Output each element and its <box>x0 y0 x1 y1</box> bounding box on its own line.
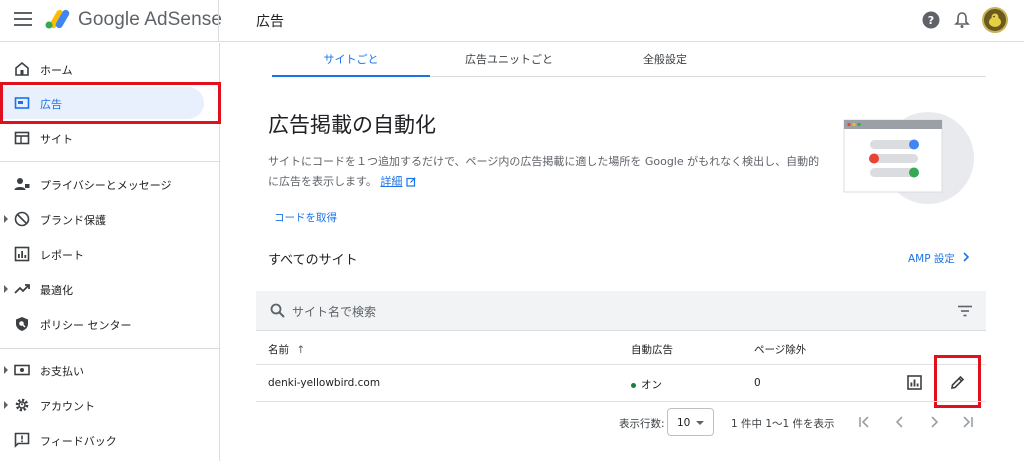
sites-icon <box>14 131 30 145</box>
auto-ads-title: 広告掲載の自動化 <box>268 113 436 137</box>
site-name-cell: denki-yellowbird.com <box>268 377 381 389</box>
table-divider <box>256 401 986 402</box>
tab-by-ad-unit[interactable]: 広告ユニットごと <box>430 43 588 77</box>
all-sites-heading: すべてのサイト <box>268 253 358 268</box>
sidebar-item-label: フィードバック <box>40 435 117 448</box>
sidebar-item-label: プライバシーとメッセージ <box>40 179 172 192</box>
auto-ads-illustration <box>843 112 974 204</box>
sidebar-item-reports[interactable]: レポート <box>0 238 204 270</box>
feedback-icon <box>14 432 30 448</box>
filter-icon[interactable] <box>958 305 972 317</box>
sidebar-item-label: アカウント <box>40 400 95 413</box>
column-header-name[interactable]: 名前 ↑ <box>268 342 305 357</box>
site-report-icon[interactable] <box>907 375 922 390</box>
tab-bar: サイトごと 広告ユニットごと 全般設定 <box>272 43 986 77</box>
previous-page-icon[interactable] <box>893 415 907 429</box>
policy-icon <box>16 317 28 331</box>
sidebar-item-label: ホーム <box>40 64 73 77</box>
dropdown-arrow-icon <box>696 421 704 425</box>
search-input[interactable]: サイト名で検索 <box>292 303 376 320</box>
help-icon[interactable]: ? <box>922 11 940 29</box>
first-page-icon[interactable] <box>858 415 872 429</box>
sidebar-item-label: 最適化 <box>40 284 73 297</box>
svg-text:?: ? <box>928 14 934 27</box>
main-menu-icon[interactable] <box>14 12 32 28</box>
sidebar-item-label: サイト <box>40 133 73 146</box>
account-avatar[interactable] <box>982 7 1008 33</box>
expand-caret-icon <box>4 366 8 374</box>
tab-general-settings[interactable]: 全般設定 <box>586 43 744 77</box>
sidebar-item-label: お支払い <box>40 365 84 378</box>
adsense-logo-icon <box>45 9 70 29</box>
pagination-range: 1 件中 1〜1 件を表示 <box>731 418 835 430</box>
sidebar-item-optimization[interactable]: 最適化 <box>0 273 204 305</box>
details-link[interactable]: 詳細 <box>380 175 402 188</box>
ads-highlight-annotation <box>0 82 221 124</box>
report-icon <box>14 246 30 262</box>
page-title: 広告 <box>256 14 284 30</box>
payments-icon <box>14 364 30 376</box>
sidebar-item-account[interactable]: アカウント <box>0 389 204 421</box>
amp-settings-link[interactable]: AMP 設定 <box>908 251 955 266</box>
sidebar-item-sites[interactable]: サイト <box>0 122 204 154</box>
auto-ads-description-text: サイトにコードを１つ追加するだけで、ページ内の広告掲載に適した場所を Googl… <box>268 155 820 188</box>
top-bar: Google AdSense 広告 ? <box>0 0 1024 42</box>
trending-icon <box>14 284 30 294</box>
sidebar-divider <box>0 161 220 162</box>
product-name: Google AdSense <box>78 9 223 30</box>
rows-per-page-label: 表示行数: <box>619 418 665 430</box>
expand-caret-icon <box>4 401 8 409</box>
sidebar-item-brand-safety[interactable]: ブランド保護 <box>0 203 204 235</box>
open-in-new-icon <box>406 177 416 187</box>
table-divider <box>256 364 986 365</box>
auto-ads-description: サイトにコードを１つ追加するだけで、ページ内の広告掲載に適した場所を Googl… <box>268 152 830 192</box>
expand-caret-icon <box>4 285 8 293</box>
chevron-right-icon[interactable] <box>960 251 972 263</box>
sidebar-item-home[interactable]: ホーム <box>0 53 204 85</box>
page-exclusions-cell: 0 <box>754 377 761 389</box>
site-search-bar[interactable]: サイト名で検索 <box>256 291 986 331</box>
column-header-auto-ads: 自動広告 <box>631 344 673 356</box>
privacy-icon <box>14 178 30 190</box>
sidebar-item-policy-center[interactable]: ポリシー センター <box>0 308 204 340</box>
header-divider <box>218 0 219 42</box>
expand-caret-icon <box>4 215 8 223</box>
sidebar-divider <box>0 348 220 349</box>
tab-by-site[interactable]: サイトごと <box>272 43 430 77</box>
home-icon <box>15 61 29 76</box>
get-code-button[interactable]: コードを取得 <box>274 210 337 225</box>
block-icon <box>14 211 30 227</box>
sidebar-item-label: ポリシー センター <box>40 319 132 332</box>
next-page-icon[interactable] <box>927 415 941 429</box>
column-header-page-exclusions: ページ除外 <box>754 344 807 356</box>
status-on-dot-icon <box>631 382 636 388</box>
sidebar-item-label: ブランド保護 <box>40 214 106 227</box>
rows-per-page-select[interactable]: 10 <box>667 408 714 436</box>
auto-ads-status-cell: オン <box>631 377 662 392</box>
sidebar-item-privacy[interactable]: プライバシーとメッセージ <box>0 168 204 200</box>
last-page-icon[interactable] <box>960 415 974 429</box>
sort-ascending-icon: ↑ <box>296 344 306 356</box>
search-icon <box>270 303 285 318</box>
sidebar-item-feedback[interactable]: フィードバック <box>0 424 204 456</box>
account-gear-icon <box>15 398 29 412</box>
notifications-bell-icon[interactable] <box>954 11 970 29</box>
sidebar-item-label: レポート <box>40 249 84 262</box>
sidebar-item-payments[interactable]: お支払い <box>0 354 204 386</box>
